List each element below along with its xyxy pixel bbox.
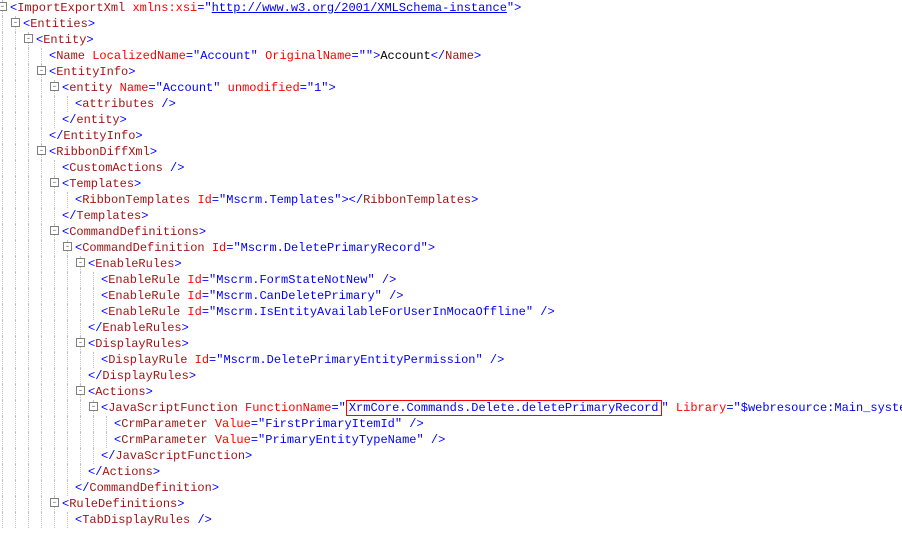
line-content: <Entity> [36, 33, 94, 47]
xml-code-view: -<ImportExportXml xmlns:xsi="http://www.… [0, 0, 902, 528]
collapse-minus-icon[interactable]: - [11, 18, 20, 27]
code-line: </EnableRules> [0, 320, 902, 336]
code-line: </entity> [0, 112, 902, 128]
line-content: </EntityInfo> [49, 129, 143, 143]
code-line: <EnableRule Id="Mscrm.IsEntityAvailableF… [0, 304, 902, 320]
code-line: <EnableRule Id="Mscrm.FormStateNotNew" /… [0, 272, 902, 288]
code-line: </EntityInfo> [0, 128, 902, 144]
collapse-minus-icon[interactable]: - [50, 226, 59, 235]
line-content: <DisplayRule Id="Mscrm.DeletePrimaryEnti… [101, 353, 504, 367]
code-line: -<RuleDefinitions> [0, 496, 902, 512]
line-content: <RibbonTemplates Id="Mscrm.Templates"></… [75, 193, 478, 207]
code-line: <DisplayRule Id="Mscrm.DeletePrimaryEnti… [0, 352, 902, 368]
line-content: <ImportExportXml xmlns:xsi="http://www.w… [10, 1, 521, 15]
line-content: <CommandDefinition Id="Mscrm.DeletePrima… [75, 241, 435, 255]
code-line: -<Actions> [0, 384, 902, 400]
code-line: </DisplayRules> [0, 368, 902, 384]
code-line: -<DisplayRules> [0, 336, 902, 352]
line-content: <TabDisplayRules /> [75, 513, 212, 527]
collapse-minus-icon[interactable]: - [76, 386, 85, 395]
code-line: -<CommandDefinition Id="Mscrm.DeletePrim… [0, 240, 902, 256]
line-content: </EnableRules> [88, 321, 189, 335]
code-line: -<CommandDefinitions> [0, 224, 902, 240]
collapse-minus-icon[interactable]: - [37, 66, 46, 75]
code-line: -<Entities> [0, 16, 902, 32]
line-content: </entity> [62, 113, 127, 127]
highlighted-function-name: XrmCore.Commands.Delete.deletePrimaryRec… [346, 400, 662, 416]
line-content: </DisplayRules> [88, 369, 196, 383]
code-line: -<EntityInfo> [0, 64, 902, 80]
code-line: -<JavaScriptFunction FunctionName="XrmCo… [0, 400, 902, 416]
code-line: <attributes /> [0, 96, 902, 112]
line-content: <CustomActions /> [62, 161, 184, 175]
line-content: <Actions> [88, 385, 153, 399]
collapse-minus-icon[interactable]: - [63, 242, 72, 251]
code-line: -<EnableRules> [0, 256, 902, 272]
line-content: <JavaScriptFunction FunctionName="XrmCor… [101, 401, 902, 415]
line-content: <Templates> [62, 177, 141, 191]
line-content: <EnableRule Id="Mscrm.IsEntityAvailableF… [101, 305, 555, 319]
code-line: -<entity Name="Account" unmodified="1"> [0, 80, 902, 96]
line-content: <EnableRules> [88, 257, 182, 271]
line-content: </Templates> [62, 209, 148, 223]
collapse-minus-icon[interactable]: - [89, 402, 98, 411]
line-content: </Actions> [88, 465, 160, 479]
collapse-minus-icon[interactable]: - [50, 178, 59, 187]
code-line: <CrmParameter Value="PrimaryEntityTypeNa… [0, 432, 902, 448]
code-line: <EnableRule Id="Mscrm.CanDeletePrimary" … [0, 288, 902, 304]
line-content: </JavaScriptFunction> [101, 449, 252, 463]
collapse-minus-icon[interactable]: - [76, 338, 85, 347]
code-line: </Actions> [0, 464, 902, 480]
code-line: <CrmParameter Value="FirstPrimaryItemId"… [0, 416, 902, 432]
code-line: <RibbonTemplates Id="Mscrm.Templates"></… [0, 192, 902, 208]
line-content: <RuleDefinitions> [62, 497, 184, 511]
collapse-minus-icon[interactable]: - [0, 2, 7, 11]
collapse-minus-icon[interactable]: - [76, 258, 85, 267]
code-line: <Name LocalizedName="Account" OriginalNa… [0, 48, 902, 64]
line-content: <EntityInfo> [49, 65, 135, 79]
line-content: <RibbonDiffXml> [49, 145, 157, 159]
line-content: <DisplayRules> [88, 337, 189, 351]
code-line: </JavaScriptFunction> [0, 448, 902, 464]
line-content: <Entities> [23, 17, 95, 31]
line-content: <CrmParameter Value="FirstPrimaryItemId"… [114, 417, 424, 431]
code-line: <TabDisplayRules /> [0, 512, 902, 528]
code-line: -<RibbonDiffXml> [0, 144, 902, 160]
collapse-minus-icon[interactable]: - [50, 82, 59, 91]
code-line: -<Entity> [0, 32, 902, 48]
code-line: -<Templates> [0, 176, 902, 192]
code-line: </Templates> [0, 208, 902, 224]
code-line: -<ImportExportXml xmlns:xsi="http://www.… [0, 0, 902, 16]
line-content: <CrmParameter Value="PrimaryEntityTypeNa… [114, 433, 445, 447]
collapse-minus-icon[interactable]: - [37, 146, 46, 155]
line-content: </CommandDefinition> [75, 481, 219, 495]
collapse-minus-icon[interactable]: - [50, 498, 59, 507]
collapse-minus-icon[interactable]: - [24, 34, 33, 43]
line-content: <CommandDefinitions> [62, 225, 206, 239]
line-content: <EnableRule Id="Mscrm.CanDeletePrimary" … [101, 289, 403, 303]
line-content: <attributes /> [75, 97, 176, 111]
code-line: <CustomActions /> [0, 160, 902, 176]
line-content: <EnableRule Id="Mscrm.FormStateNotNew" /… [101, 273, 396, 287]
code-line: </CommandDefinition> [0, 480, 902, 496]
line-content: <entity Name="Account" unmodified="1"> [62, 81, 336, 95]
line-content: <Name LocalizedName="Account" OriginalNa… [49, 49, 481, 63]
